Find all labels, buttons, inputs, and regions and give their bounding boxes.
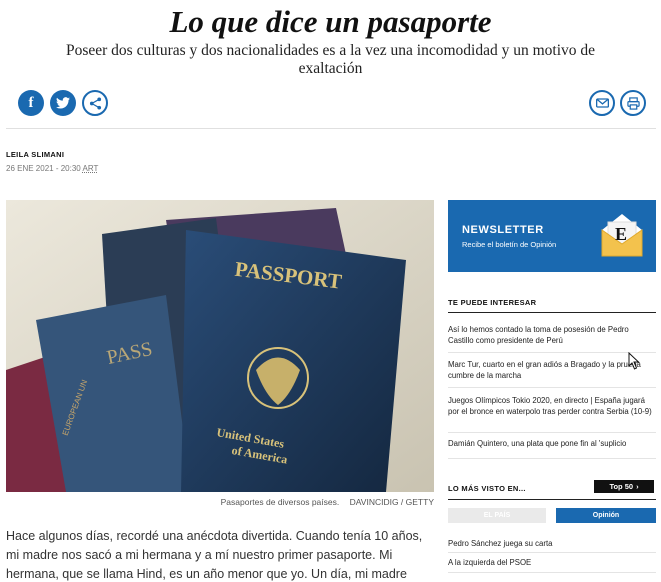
interest-sep-4: [448, 458, 656, 459]
newsletter-envelope-icon: E: [601, 214, 643, 257]
passports-image: PASSPORT PASS EUROPEAN UN United States …: [6, 200, 434, 492]
mouse-cursor-icon: [628, 352, 640, 370]
share-more-button[interactable]: [82, 90, 108, 116]
share-icon: [89, 96, 101, 110]
interest-item-4[interactable]: Damián Quintero, una plata que pone fin …: [448, 439, 656, 450]
tab-opinion[interactable]: Opinión: [556, 508, 656, 523]
photo-caption: Pasaportes de diversos países. DAVINCIDI…: [6, 497, 434, 507]
article-subtitle: Poseer dos culturas y dos nacionalidades…: [65, 42, 596, 77]
header-divider: [6, 128, 656, 129]
interest-item-1[interactable]: Así lo hemos contado la toma de posesión…: [448, 325, 656, 346]
article-body: Hace algunos días, recordé una anécdota …: [6, 529, 423, 581]
caption-text: Pasaportes de diversos países.: [220, 497, 340, 507]
newsletter-subtitle: Recibe el boletín de Opinión: [462, 240, 557, 249]
share-email-button[interactable]: [589, 90, 615, 116]
timezone: ART: [82, 164, 99, 173]
newsletter-logo-letter: E: [615, 224, 627, 244]
print-icon: [626, 96, 640, 110]
date-text: 26 ENE 2021 - 20:30: [6, 164, 81, 173]
interest-heading: TE PUEDE INTERESAR: [448, 298, 537, 307]
newsletter-title: NEWSLETTER: [462, 224, 544, 236]
interest-divider: [448, 312, 656, 313]
tab-el-pais[interactable]: EL PAÍS: [448, 508, 546, 523]
interest-item-3[interactable]: Juegos Olímpicos Tokio 2020, en directo …: [448, 396, 656, 417]
publish-date: 26 ENE 2021 - 20:30 ART: [6, 164, 98, 173]
interest-sep-2: [448, 387, 656, 388]
interest-sep-3: [448, 432, 656, 433]
share-twitter-button[interactable]: [50, 90, 76, 116]
interest-item-2[interactable]: Marc Tur, cuarto en el gran adiós a Brag…: [448, 360, 656, 381]
most-viewed-sep-1: [448, 552, 656, 553]
share-facebook-button[interactable]: f: [18, 90, 44, 116]
most-viewed-heading: LO MÁS VISTO EN...: [448, 484, 526, 493]
top50-badge[interactable]: Top 50 ›: [594, 480, 654, 493]
print-button[interactable]: [620, 90, 646, 116]
author-name[interactable]: LEILA SLIMANI: [6, 150, 64, 159]
chevron-right-icon: ›: [636, 482, 639, 491]
twitter-icon: [56, 97, 70, 109]
mail-icon: [595, 98, 609, 108]
photo-credit: DAVINCIDIG / GETTY: [349, 497, 434, 507]
article-photo: PASSPORT PASS EUROPEAN UN United States …: [6, 200, 434, 492]
top50-label: Top 50: [609, 482, 634, 491]
article-title: Lo que dice un pasaporte: [169, 4, 492, 39]
interest-sep-1: [448, 352, 656, 353]
facebook-icon: f: [28, 94, 34, 111]
most-viewed-item-1[interactable]: Pedro Sánchez juega su carta: [448, 539, 656, 550]
most-viewed-sep-2: [448, 572, 656, 573]
newsletter-banner[interactable]: NEWSLETTER Recibe el boletín de Opinión …: [448, 200, 656, 272]
most-viewed-item-2[interactable]: A la izquierda del PSOE: [448, 558, 656, 569]
most-viewed-divider: [448, 499, 656, 500]
